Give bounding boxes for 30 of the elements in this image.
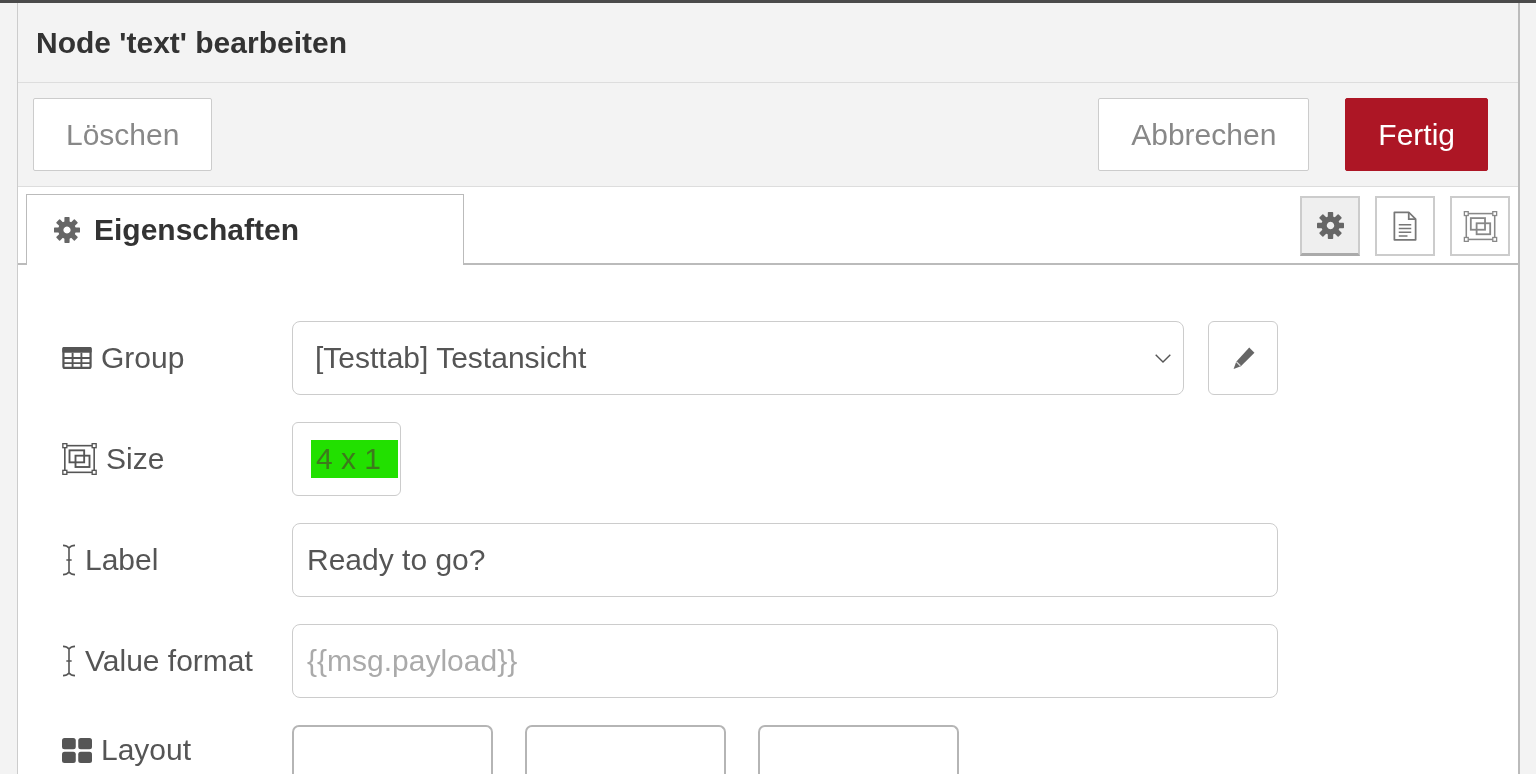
text-cursor-icon <box>62 544 76 576</box>
field-label: Group <box>101 341 185 375</box>
field-label: Layout <box>101 733 192 767</box>
dialog-title: Node 'text' bearbeiten <box>36 25 347 60</box>
field-label: Value format <box>85 644 253 678</box>
input-field[interactable] <box>525 725 726 774</box>
done-button[interactable]: Fertig <box>1345 98 1488 171</box>
document-button[interactable] <box>1375 196 1435 256</box>
action-button[interactable]: Löschen <box>33 98 213 171</box>
grid-icon <box>62 737 92 763</box>
input-field[interactable] <box>292 725 493 774</box>
group-select[interactable]: [Testtab] Testansicht <box>292 321 1184 395</box>
frame-button[interactable] <box>1450 196 1510 256</box>
table-icon <box>62 347 92 369</box>
text-input[interactable]: Ready to go? <box>292 523 1278 597</box>
field-label: Label <box>85 543 159 577</box>
settings-icon <box>54 217 80 243</box>
edit-button[interactable] <box>1208 321 1278 395</box>
text-input[interactable]: {{msg.payload}} <box>292 624 1278 698</box>
document-icon <box>1392 211 1418 241</box>
input-field[interactable] <box>758 725 959 774</box>
frame-icon <box>62 443 97 475</box>
settings-button[interactable] <box>1300 196 1360 256</box>
chevron-down-icon <box>1155 353 1171 363</box>
field-label: Size <box>106 442 165 476</box>
frame-icon <box>1462 210 1498 242</box>
settings-icon <box>1316 212 1344 239</box>
properties-tab[interactable]: Eigenschaften <box>26 194 464 265</box>
action-button[interactable]: Abbrechen <box>1098 98 1310 171</box>
text-cursor-icon <box>62 645 76 677</box>
